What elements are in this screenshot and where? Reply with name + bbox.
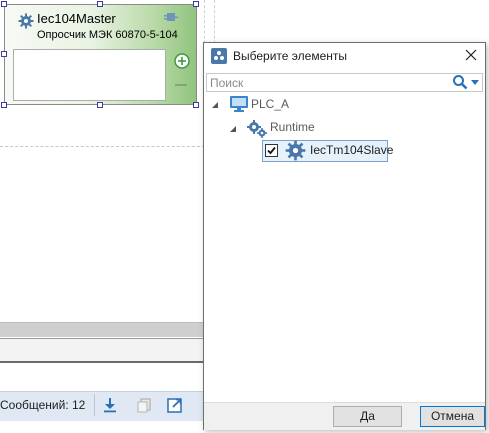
open-external-icon[interactable] [166,396,184,414]
gear-icon [285,140,306,161]
node-subtitle: Опросчик МЭК 60870-5-104 [37,29,178,41]
tree-expanded-arrow-icon[interactable] [229,125,237,133]
resize-handle[interactable] [1,1,7,7]
checkmark-icon [267,146,276,155]
search-input[interactable] [210,75,450,90]
tree-item-checkbox[interactable] [265,144,278,157]
gears-icon [247,120,267,138]
download-icon[interactable] [101,396,119,414]
status-separator [94,394,95,416]
gear-icon [18,13,34,29]
monitor-icon [230,96,248,112]
output-panel-header [0,338,205,363]
splitter-bar[interactable] [0,322,205,337]
node-content-area [13,49,166,101]
resize-handle[interactable] [193,1,199,7]
resize-handle[interactable] [193,102,199,108]
dialog-app-icon [211,48,227,64]
guide-line [0,146,205,147]
messages-count: Сообщений: 12 [0,398,86,412]
cancel-button[interactable]: Отмена [420,406,485,427]
tree-item-iectm104slave[interactable]: IecTm104Slave [310,143,393,157]
dialog-title: Выберите элементы [233,49,347,63]
chevron-down-icon[interactable] [471,80,479,86]
tree-expanded-arrow-icon[interactable] [211,101,219,109]
plugin-icon[interactable] [164,11,178,23]
copy-icon[interactable] [136,396,154,414]
search-icon[interactable] [452,74,468,90]
close-icon[interactable] [462,46,480,64]
tree-item-runtime[interactable]: Runtime [270,120,315,134]
add-icon[interactable] [174,53,190,69]
resize-handle[interactable] [97,102,103,108]
resize-handle[interactable] [1,102,7,108]
node-title: Iec104Master [37,11,116,26]
remove-icon[interactable] [175,84,187,86]
ok-button[interactable]: Да [333,406,402,427]
tree-item-plc-a[interactable]: PLC_A [251,97,289,111]
resize-handle[interactable] [97,1,103,7]
search-box [206,73,483,92]
resize-handle[interactable] [1,51,7,57]
